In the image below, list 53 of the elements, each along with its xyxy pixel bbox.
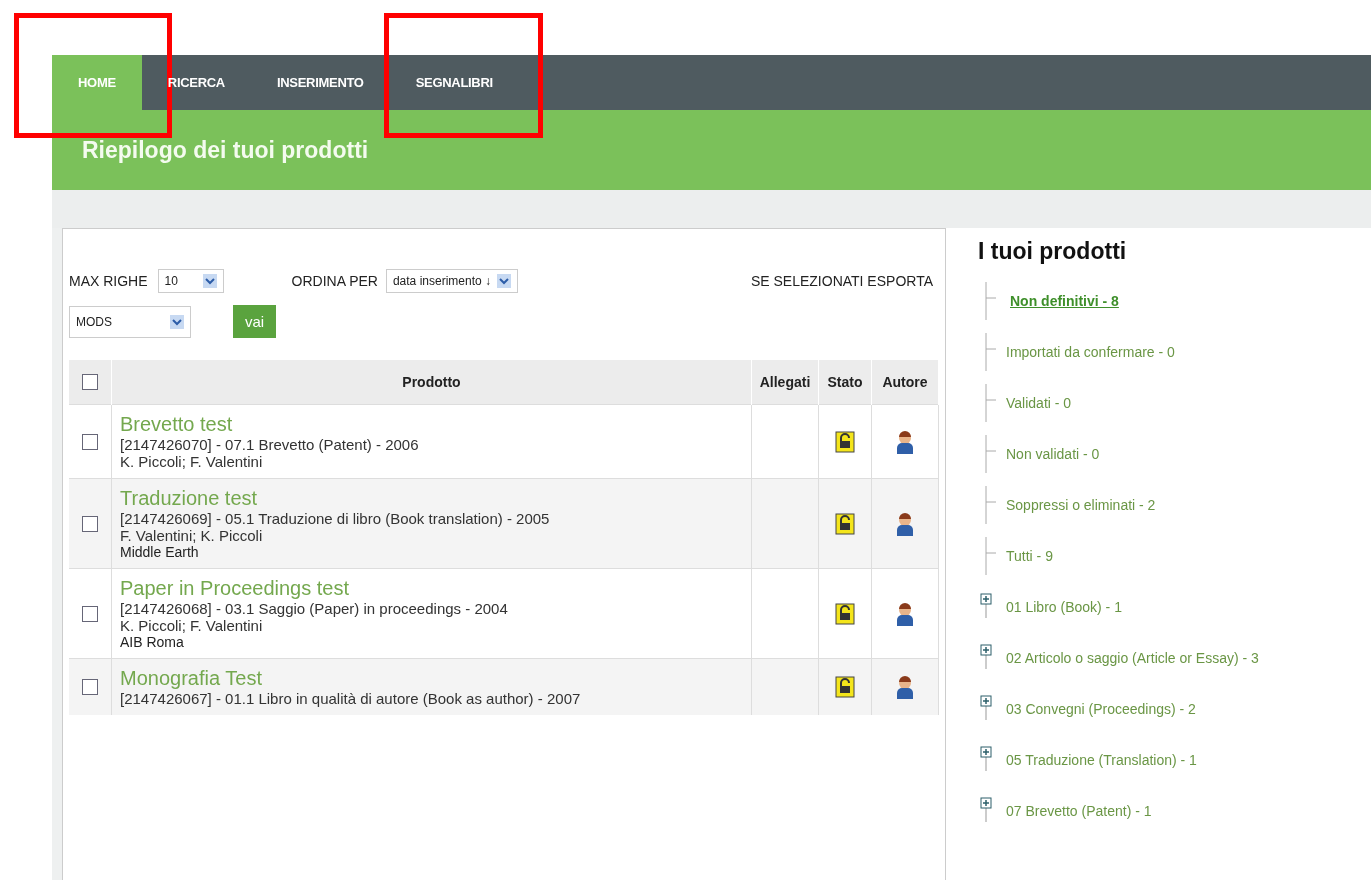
tree-item[interactable]: Soppressi o eliminati - 2 bbox=[998, 496, 1156, 513]
tree-item[interactable]: 01 Libro (Book) - 1 bbox=[998, 598, 1122, 615]
nav-tab[interactable]: HOME bbox=[52, 55, 142, 110]
column-header: Stato bbox=[818, 360, 872, 405]
go-button[interactable]: vai bbox=[233, 305, 277, 338]
tree-item[interactable]: Non definitivi - 8 bbox=[998, 292, 1119, 309]
product-reference: [2147426070] - 07.1 Brevetto (Patent) - 2006 bbox=[120, 436, 420, 453]
page-title: Riepilogo dei tuoi prodotti bbox=[82, 136, 369, 164]
product-authors: F. Valentini; K. Piccoli bbox=[120, 527, 264, 544]
row-checkbox[interactable] bbox=[82, 679, 98, 695]
tree-item[interactable]: 07 Brevetto (Patent) - 1 bbox=[998, 802, 1152, 819]
product-title[interactable]: Paper in Proceedings test bbox=[120, 577, 743, 600]
sidebar-title: I tuoi prodotti bbox=[978, 238, 1128, 265]
tree-item[interactable]: Non validati - 0 bbox=[998, 445, 1100, 462]
product-publisher: Middle Earth bbox=[120, 544, 200, 560]
row-checkbox[interactable] bbox=[82, 515, 98, 532]
tree-item[interactable]: Tutti - 9 bbox=[998, 547, 1053, 564]
lock-icon bbox=[835, 512, 855, 535]
select-all-checkbox[interactable] bbox=[82, 374, 98, 390]
tree-item[interactable]: 03 Convegni (Proceedings) - 2 bbox=[998, 700, 1196, 717]
product-authors: K. Piccoli; F. Valentini bbox=[120, 617, 264, 634]
lock-icon bbox=[835, 430, 855, 453]
tree-item[interactable]: Validati - 0 bbox=[998, 394, 1072, 411]
tree-item[interactable]: 05 Traduzione (Translation) - 1 bbox=[998, 751, 1197, 768]
row-checkbox[interactable] bbox=[82, 605, 98, 622]
export-label: SE SELEZIONATI ESPORTA bbox=[750, 273, 933, 289]
nav-tab[interactable]: INSERIMENTO bbox=[250, 55, 390, 110]
row-checkbox[interactable] bbox=[82, 433, 98, 450]
product-title[interactable]: Monografia Test bbox=[120, 667, 743, 690]
product-title[interactable]: Brevetto test bbox=[120, 413, 743, 436]
person-icon bbox=[896, 511, 914, 536]
product-reference: [2147426067] - 01.1 Libro in qualità di autore (Book as author) - 2007 bbox=[120, 690, 582, 707]
lock-icon bbox=[835, 676, 855, 698]
person-icon bbox=[896, 429, 914, 454]
person-icon bbox=[896, 601, 914, 626]
tree-item[interactable]: 02 Articolo o saggio (Article or Essay) - 3 bbox=[998, 649, 1259, 666]
lock-icon bbox=[835, 602, 855, 625]
product-title[interactable]: Traduzione test bbox=[120, 487, 743, 510]
format-select[interactable]: MODS bbox=[69, 305, 191, 338]
column-header: Allegati bbox=[751, 360, 819, 405]
nav-tab[interactable]: SEGNALIBRI bbox=[389, 55, 519, 110]
max-rows-label: MAX RIGHE bbox=[69, 273, 148, 289]
column-header: Prodotto bbox=[111, 360, 752, 405]
product-reference: [2147426069] - 05.1 Traduzione di libro (Book translation) - 2005 bbox=[120, 510, 551, 527]
product-reference: [2147426068] - 03.1 Saggio (Paper) in proceedings - 2004 bbox=[120, 600, 509, 617]
sort-label: ORDINA PER bbox=[291, 273, 378, 289]
max-rows-select[interactable]: 10 bbox=[157, 269, 224, 293]
sort-select[interactable]: data inserimento ↓ bbox=[385, 269, 518, 293]
tree-item[interactable]: Importati da confermare - 0 bbox=[998, 343, 1175, 360]
column-header: Autore bbox=[871, 360, 939, 405]
product-authors: K. Piccoli; F. Valentini bbox=[120, 453, 264, 470]
person-icon bbox=[896, 675, 914, 699]
product-publisher: AIB Roma bbox=[120, 634, 185, 650]
